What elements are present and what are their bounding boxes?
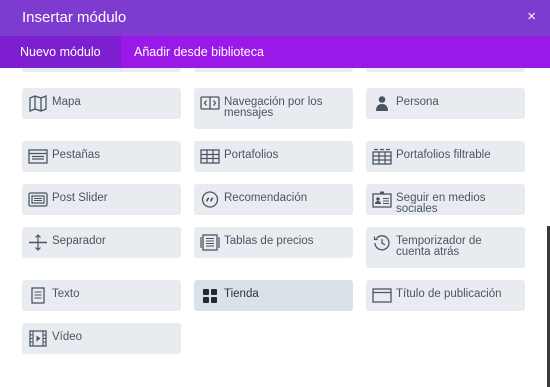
tab-bar: Nuevo módulo Añadir desde biblioteca [0,36,550,68]
module-label: Texto [52,288,80,300]
pricing-tables-icon [200,234,220,251]
module-card-partial-right[interactable] [366,68,525,72]
modal-titlebar: Insertar módulo × [0,0,550,36]
module-label: Tablas de precios [224,235,314,247]
module-label: Tienda [224,288,259,300]
module-label: Navegación por los mensajes [224,96,323,119]
module-titulo-de-publicacion[interactable]: Título de publicación [366,280,525,311]
post-slider-icon [28,192,48,207]
tab-new-module[interactable]: Nuevo módulo [0,36,121,68]
close-icon[interactable]: × [527,8,536,25]
module-card-partial-left[interactable] [22,68,181,72]
module-mapa[interactable]: Mapa [22,88,181,119]
module-tablas-de-precios[interactable]: Tablas de precios [194,227,353,258]
module-temporizador-de-cuenta-atras[interactable]: Temporizador de cuenta atrás [366,227,525,268]
module-texto[interactable]: Texto [22,280,181,311]
person-icon [376,96,388,111]
module-tienda[interactable]: Tienda [194,280,353,311]
modal-title: Insertar módulo [22,9,127,26]
module-list[interactable]: Mapa Navegación por los mensajes Persona… [0,68,550,387]
module-label: Post Slider [52,192,108,204]
module-label: Mapa [52,96,81,108]
module-card-partial-center[interactable] [194,68,353,72]
map-icon [29,95,47,112]
module-label: Pestañas [52,149,100,161]
module-portafolios[interactable]: Portafolios [194,141,353,172]
filterable-portfolio-icon [372,148,392,165]
text-icon [31,287,45,304]
module-label: Temporizador de cuenta atrás [396,235,482,258]
module-pestanas[interactable]: Pestañas [22,141,181,172]
post-navigation-icon [200,96,220,110]
social-follow-icon [372,191,392,208]
portfolio-grid-icon [200,149,220,164]
module-label: Portafolios [224,149,279,161]
module-label: Persona [396,96,439,108]
module-recomendacion[interactable]: Recomendación [194,184,353,215]
shop-icon [203,289,217,303]
module-label: Vídeo [52,331,83,343]
post-title-icon [372,288,392,303]
module-separador[interactable]: Separador [22,227,181,258]
video-icon [29,330,47,347]
module-video[interactable]: Vídeo [22,323,181,354]
tabs-icon [28,149,48,164]
tab-add-from-library[interactable]: Añadir desde biblioteca [134,36,264,68]
module-navegacion-por-los-mensajes[interactable]: Navegación por los mensajes [194,88,353,129]
module-label: Separador [52,235,106,247]
module-label: Recomendación [224,192,308,204]
countdown-timer-icon [373,235,390,251]
module-label: Portafolios filtrable [396,149,491,161]
module-post-slider[interactable]: Post Slider [22,184,181,215]
divider-icon [29,234,47,251]
module-label: Título de publicación [396,288,502,300]
module-seguir-en-medios-sociales[interactable]: Seguir en medios sociales [366,184,525,215]
module-persona[interactable]: Persona [366,88,525,119]
quote-icon [201,191,219,208]
module-portafolios-filtrable[interactable]: Portafolios filtrable [366,141,525,172]
module-label: Seguir en medios sociales [396,192,486,215]
